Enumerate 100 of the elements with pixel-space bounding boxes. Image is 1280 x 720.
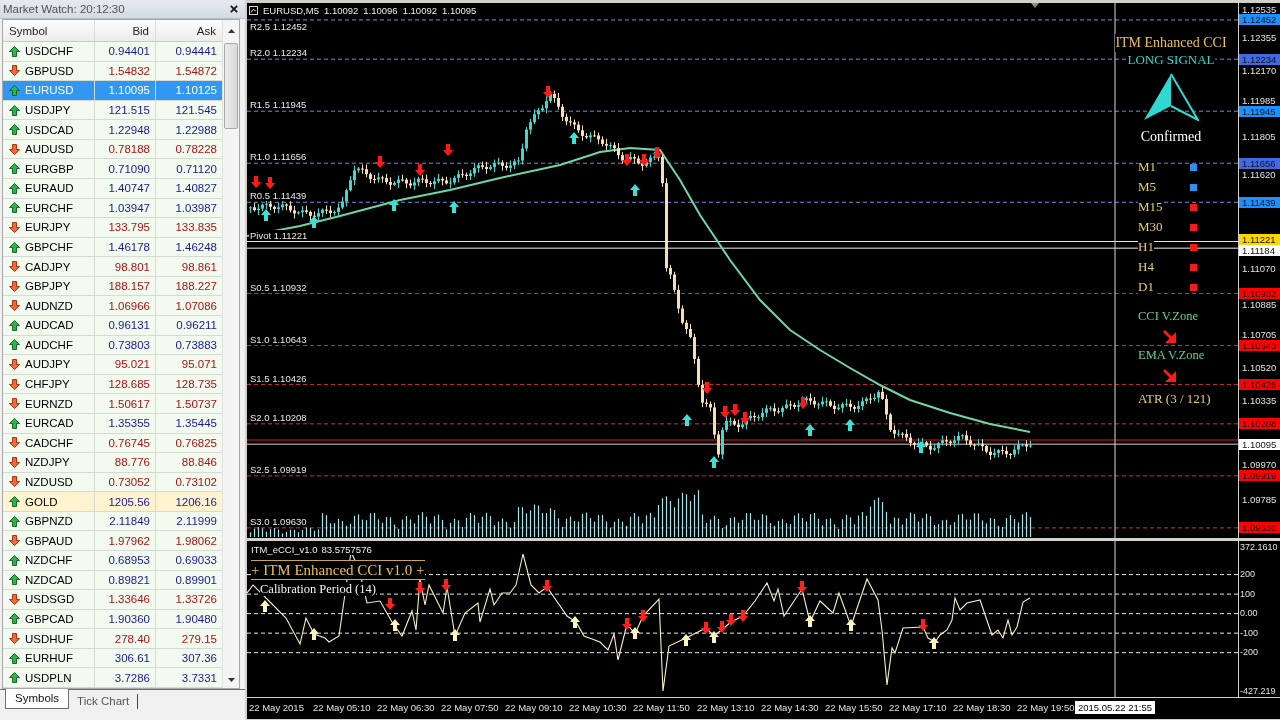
down-arrow-icon — [797, 581, 807, 593]
quote-row[interactable]: AUDCAD 0.96131 0.96211 — [3, 316, 222, 336]
chart-symbol: EURUSD,M5 — [263, 5, 319, 16]
quote-row[interactable]: USDHUF 278.40 279.15 — [3, 629, 222, 649]
arrowhead-icon — [1143, 73, 1199, 121]
price-tick-label: 1.11070 — [1242, 263, 1276, 275]
indicator-axis-label: 0.00 — [1240, 608, 1258, 620]
symbol-name: GBPNZD — [25, 515, 73, 528]
symbol-name: GBPCHF — [25, 241, 73, 254]
time-label: 22 May 10:30 — [568, 701, 628, 715]
pivot-level-label: R2.0 1.12234 — [249, 47, 309, 59]
symbol-name: AUDJPY — [25, 358, 71, 371]
up-arrow-icon — [805, 615, 815, 627]
symbol-name: EURUSD — [25, 84, 74, 97]
quote-row[interactable]: AUDNZD 1.06966 1.07086 — [3, 296, 222, 317]
quote-row[interactable]: GBPAUD 1.97962 1.98062 — [3, 531, 222, 551]
time-label: 22 May 2015 — [248, 701, 305, 715]
quote-row[interactable]: USDCAD 1.22948 1.22988 — [3, 120, 222, 140]
quote-row[interactable]: USDPLN 3.7286 3.7331 — [3, 668, 222, 688]
indicator-title: + ITM Enhanced CCI v1.0 + — [251, 560, 425, 580]
quote-row[interactable]: CADCHF 0.76745 0.76825 — [3, 433, 222, 454]
quote-row[interactable]: USDCHF 0.94401 0.94441 — [3, 42, 222, 62]
time-label: 22 May 09:10 — [504, 701, 564, 715]
quote-row[interactable]: NZDJPY 88.776 88.846 — [3, 453, 222, 473]
quote-row[interactable]: NZDUSD 0.73052 0.73102 — [3, 472, 222, 493]
quote-row[interactable]: CHFJPY 128.685 128.735 — [3, 374, 222, 395]
quote-row[interactable]: EURJPY 133.795 133.835 — [3, 218, 222, 238]
up-arrow-icon — [709, 631, 719, 643]
price-label: 1.10932 — [1239, 288, 1280, 299]
symbol-name: AUDNZD — [25, 299, 73, 312]
quote-row[interactable]: GBPNZD 2.11849 2.11999 — [3, 511, 222, 532]
symbol-name: USDPLN — [25, 671, 72, 684]
down-arrow-icon — [441, 579, 451, 591]
quote-row[interactable]: EURCAD 1.35355 1.35445 — [3, 413, 222, 434]
down-arrow-icon — [918, 619, 928, 631]
ohlc-price: 1.10096 — [363, 5, 398, 16]
symbol-name: GBPCAD — [25, 612, 74, 625]
column-header[interactable]: Bid — [95, 20, 156, 41]
bid-cell: 1.40747 — [95, 179, 156, 199]
quote-row[interactable]: USDJPY 121.515 121.545 — [3, 100, 222, 121]
price-tick-label: 1.11805 — [1242, 130, 1276, 142]
symbol-name: NZDCAD — [25, 573, 73, 586]
up-arrow-icon — [630, 627, 640, 639]
time-label: 22 May 11:50 — [632, 701, 691, 715]
price-tick-label: 1.09970 — [1242, 459, 1277, 471]
up-arrow-icon — [570, 616, 580, 628]
price-label: 1.11439 — [1239, 196, 1280, 208]
quote-row[interactable]: EURAUD 1.40747 1.40827 — [3, 179, 222, 199]
quote-row[interactable]: AUDUSD 0.78188 0.78228 — [3, 139, 222, 160]
quote-row[interactable]: GBPCAD 1.90360 1.90480 — [3, 609, 222, 630]
quote-row[interactable]: EURGBP 0.71090 0.71120 — [3, 159, 222, 179]
quote-row[interactable]: AUDJPY 95.021 95.071 — [3, 355, 222, 375]
bid-cell: 1.50617 — [95, 394, 156, 414]
price-label: 1.12234 — [1239, 53, 1280, 65]
quote-row[interactable]: NZDCAD 0.89821 0.89901 — [3, 570, 222, 591]
quote-row[interactable]: CADJPY 98.801 98.861 — [3, 257, 222, 277]
price-label: 1.10643 — [1239, 340, 1280, 352]
time-label: 22 May 05:10 — [312, 701, 372, 715]
quote-row[interactable]: GBPCHF 1.46178 1.46248 — [3, 237, 222, 258]
bid-cell: 0.68953 — [95, 550, 156, 571]
down-arrow-icon — [415, 582, 425, 594]
price-tick-label: 1.09785 — [1242, 494, 1277, 506]
indicator-title: ITM Enhanced CCI — [1115, 34, 1227, 52]
panel-tab[interactable]: Symbols — [5, 689, 70, 709]
shift-marker-icon[interactable] — [1031, 3, 1039, 8]
bid-cell: 98.801 — [95, 257, 156, 277]
price-tick-label: 1.12355 — [1242, 31, 1277, 43]
panel-tab[interactable]: Tick Chart — [69, 694, 139, 709]
quote-row[interactable]: EURHUF 306.61 307.36 — [3, 648, 222, 669]
column-header[interactable]: Symbol — [3, 20, 95, 41]
time-label: 22 May 07:50 — [440, 701, 500, 715]
symbol-name: USDCHF — [25, 45, 73, 58]
price-label: 1.09919 — [1239, 470, 1280, 482]
indicator-name: ITM_eCCI_v1.0 — [251, 544, 318, 555]
price-label: 1.11656 — [1239, 157, 1280, 169]
close-button[interactable] — [228, 3, 240, 15]
up-arrow-icon — [681, 634, 691, 646]
scrollbar-thumb[interactable] — [224, 43, 238, 129]
quote-row[interactable]: GBPUSD 1.54832 1.54872 — [3, 61, 222, 82]
bid-cell: 88.776 — [95, 453, 156, 473]
time-label: 22 May 15:50 — [824, 701, 884, 715]
symbol-name: NZDJPY — [25, 456, 70, 469]
bid-cell: 1.22948 — [95, 120, 156, 140]
symbol-name: USDHUF — [25, 632, 73, 645]
quote-row[interactable]: NZDCHF 0.68953 0.69033 — [3, 550, 222, 571]
symbol-name: EURJPY — [25, 221, 71, 234]
quote-row[interactable]: GOLD 1205.56 1206.16 — [3, 492, 222, 512]
bid-cell: 1.33646 — [95, 590, 156, 610]
symbol-name: GBPAUD — [25, 534, 73, 547]
price-label: 1.10208 — [1239, 418, 1280, 430]
down-arrow-icon — [385, 598, 395, 610]
symbol-name: EURCHF — [25, 201, 73, 214]
quote-row[interactable]: USDSGD 1.33646 1.33726 — [3, 590, 222, 610]
quote-row[interactable]: GBPJPY 188.157 188.227 — [3, 276, 222, 297]
quote-row[interactable]: AUDCHF 0.73803 0.73883 — [3, 335, 222, 356]
quote-row[interactable]: EURCHF 1.03947 1.03987 — [3, 198, 222, 219]
quote-row[interactable]: EURNZD 1.50617 1.50737 — [3, 394, 222, 414]
atr-label: ATR (3 / 121) — [1138, 391, 1211, 407]
ohlc-price: 1.10092 — [402, 5, 437, 16]
down-arrow-icon — [717, 621, 727, 633]
